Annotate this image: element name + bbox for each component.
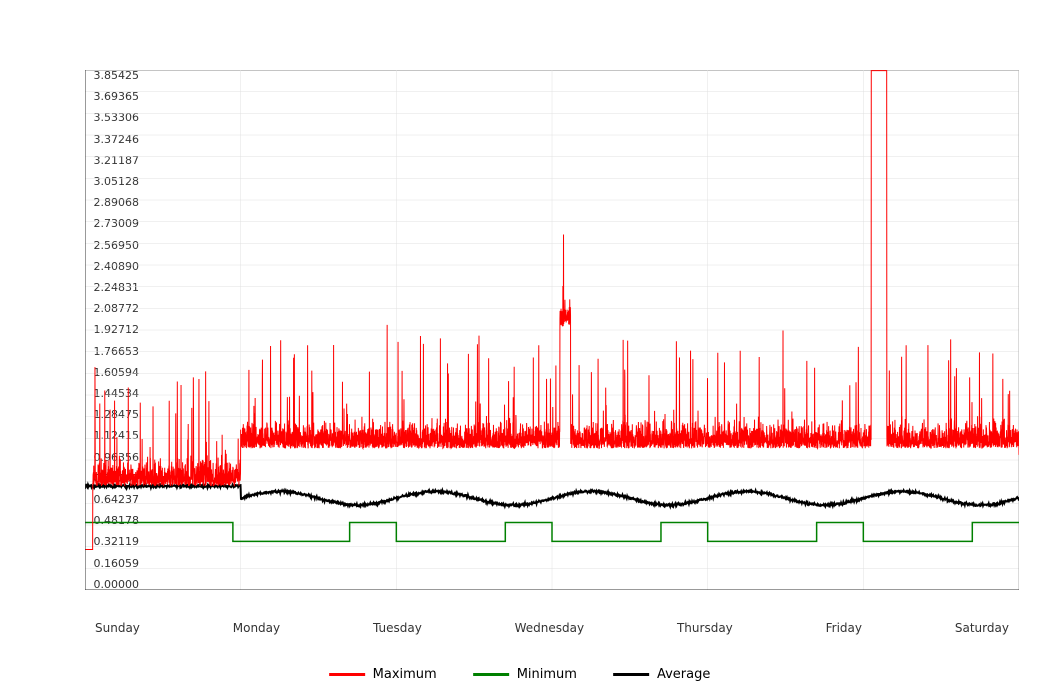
x-axis-ticks: Sunday Monday Tuesday Wednesday Thursday Frid… [85, 621, 1019, 635]
chart-title [0, 0, 1039, 16]
x-tick: Tuesday [373, 621, 422, 635]
chart-svg [85, 70, 1019, 590]
legend-line-minimum [473, 673, 509, 676]
legend-label-average: Average [657, 667, 710, 682]
x-tick: Monday [233, 621, 280, 635]
legend-item-average: Average [613, 667, 710, 682]
x-tick: Thursday [677, 621, 733, 635]
x-tick: Sunday [95, 621, 140, 635]
legend-line-maximum [329, 673, 365, 676]
legend-item-minimum: Minimum [473, 667, 577, 682]
legend-label-minimum: Minimum [517, 667, 577, 682]
x-tick: Saturday [955, 621, 1009, 635]
chart-container: 3.854253.693653.533063.372463.211873.051… [0, 0, 1039, 700]
x-tick: Wednesday [515, 621, 584, 635]
legend: Maximum Minimum Average [329, 667, 711, 682]
x-tick: Friday [826, 621, 862, 635]
legend-line-average [613, 673, 649, 676]
legend-item-maximum: Maximum [329, 667, 437, 682]
legend-label-maximum: Maximum [373, 667, 437, 682]
